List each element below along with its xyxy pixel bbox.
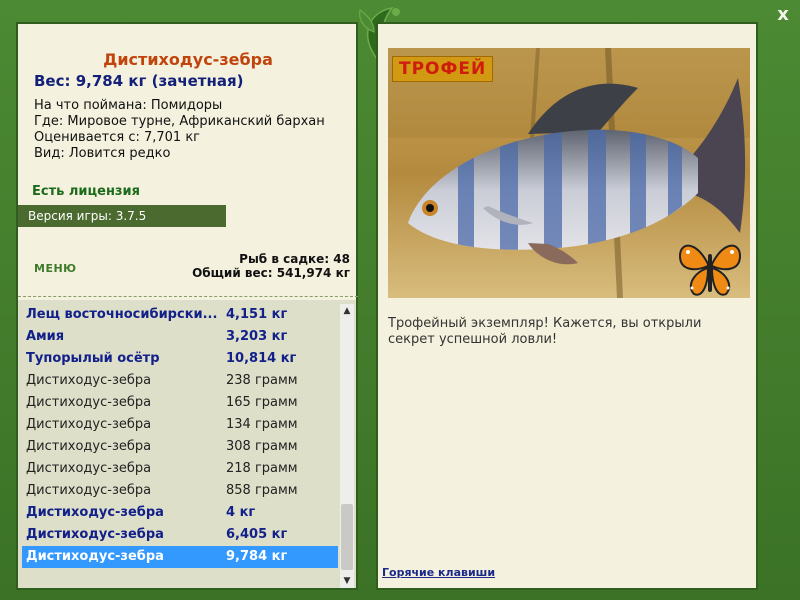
species-info: Вид: Ловится редко xyxy=(34,146,171,161)
list-item[interactable]: Тупорылый осётр 10,814 кг xyxy=(22,348,338,370)
fish-info-panel: Дистиходус-зебра Вес: 9,784 кг (зачетная… xyxy=(16,22,358,590)
scroll-down-icon[interactable]: ▼ xyxy=(340,574,354,588)
list-item-name: Дистиходус-зебра xyxy=(26,395,152,410)
fish-photo: ТРОФЕЙ xyxy=(388,48,750,298)
trophy-caption: Трофейный экземпляр! Кажется, вы открыли… xyxy=(388,316,702,347)
list-item-name: Дистиходус-зебра xyxy=(26,505,164,520)
fish-count: Рыб в садке: 48 xyxy=(239,252,350,266)
list-item-weight: 308 грамм xyxy=(226,439,298,454)
fish-photo-image xyxy=(388,48,750,298)
trophy-panel: ТРОФЕЙ Трофейный экземпляр! Кажется, вы … xyxy=(376,22,758,590)
list-item-weight: 165 грамм xyxy=(226,395,298,410)
list-item-name: Тупорылый осётр xyxy=(26,351,160,366)
list-item-name: Лещ восточносибирски... xyxy=(26,307,218,322)
list-item-weight: 238 грамм xyxy=(226,373,298,388)
menu-button[interactable]: МЕНЮ xyxy=(34,262,77,275)
scrollbar[interactable]: ▲ ▼ xyxy=(340,304,354,588)
list-item-weight: 10,814 кг xyxy=(226,351,297,366)
list-item[interactable]: Дистиходус-зебра 238 грамм xyxy=(22,370,338,392)
license-status: Есть лицензия xyxy=(32,184,140,199)
list-item[interactable]: Дистиходус-зебра 218 грамм xyxy=(22,458,338,480)
list-item-name: Дистиходус-зебра xyxy=(26,439,152,454)
list-item[interactable]: Лещ восточносибирски... 4,151 кг xyxy=(22,304,338,326)
list-item-name: Дистиходус-зебра xyxy=(26,461,152,476)
list-item[interactable]: Дистиходус-зебра 9,784 кг xyxy=(22,546,338,568)
list-item[interactable]: Амия 3,203 кг xyxy=(22,326,338,348)
list-item-name: Амия xyxy=(26,329,65,344)
list-item-weight: 4 кг xyxy=(226,505,256,520)
list-item-weight: 218 грамм xyxy=(226,461,298,476)
game-window-frame: x Дистиходус-зебра Вес: 9,784 кг (зачетн… xyxy=(0,0,800,600)
list-item-name: Дистиходус-зебра xyxy=(26,373,152,388)
location-info: Где: Мировое турне, Африканский бархан xyxy=(34,114,325,129)
fish-weight: Вес: 9,784 кг (зачетная) xyxy=(34,72,244,90)
catch-list-area: Лещ восточносибирски... 4,151 кг Амия 3,203… xyxy=(18,300,356,588)
keepnet-stats: Рыб в садке: 48 Общий вес: 541,974 кг xyxy=(192,252,350,280)
list-item[interactable]: Дистиходус-зебра 165 грамм xyxy=(22,392,338,414)
list-item-name: Дистиходус-зебра xyxy=(26,417,152,432)
total-weight: Общий вес: 541,974 кг xyxy=(192,266,350,280)
list-item-weight: 134 грамм xyxy=(226,417,298,432)
list-item-weight: 3,203 кг xyxy=(226,329,288,344)
trophy-badge: ТРОФЕЙ xyxy=(392,56,494,82)
list-item-weight: 4,151 кг xyxy=(226,307,288,322)
scrollbar-thumb[interactable] xyxy=(341,504,353,570)
list-item[interactable]: Дистиходус-зебра 134 грамм xyxy=(22,414,338,436)
divider xyxy=(18,296,358,297)
list-item-weight: 9,784 кг xyxy=(226,549,288,564)
catch-list[interactable]: Лещ восточносибирски... 4,151 кг Амия 3,203… xyxy=(22,304,338,568)
list-item[interactable]: Дистиходус-зебра 6,405 кг xyxy=(22,524,338,546)
hotkeys-link[interactable]: Горячие клавиши xyxy=(382,566,495,579)
list-item-name: Дистиходус-зебра xyxy=(26,527,164,542)
scroll-up-icon[interactable]: ▲ xyxy=(340,304,354,318)
list-item[interactable]: Дистиходус-зебра 4 кг xyxy=(22,502,338,524)
list-item[interactable]: Дистиходус-зебра 858 грамм xyxy=(22,480,338,502)
list-item-name: Дистиходус-зебра xyxy=(26,483,152,498)
bait-info: На что поймана: Помидоры xyxy=(34,98,223,113)
close-icon[interactable]: x xyxy=(772,4,794,26)
fish-title: Дистиходус-зебра xyxy=(103,50,273,69)
list-item-weight: 6,405 кг xyxy=(226,527,288,542)
list-item-weight: 858 грамм xyxy=(226,483,298,498)
list-item[interactable]: Дистиходус-зебра 308 грамм xyxy=(22,436,338,458)
rated-from-info: Оценивается с: 7,701 кг xyxy=(34,130,201,145)
list-item-name: Дистиходус-зебра xyxy=(26,549,164,564)
game-version: Версия игры: 3.7.5 xyxy=(18,205,226,227)
